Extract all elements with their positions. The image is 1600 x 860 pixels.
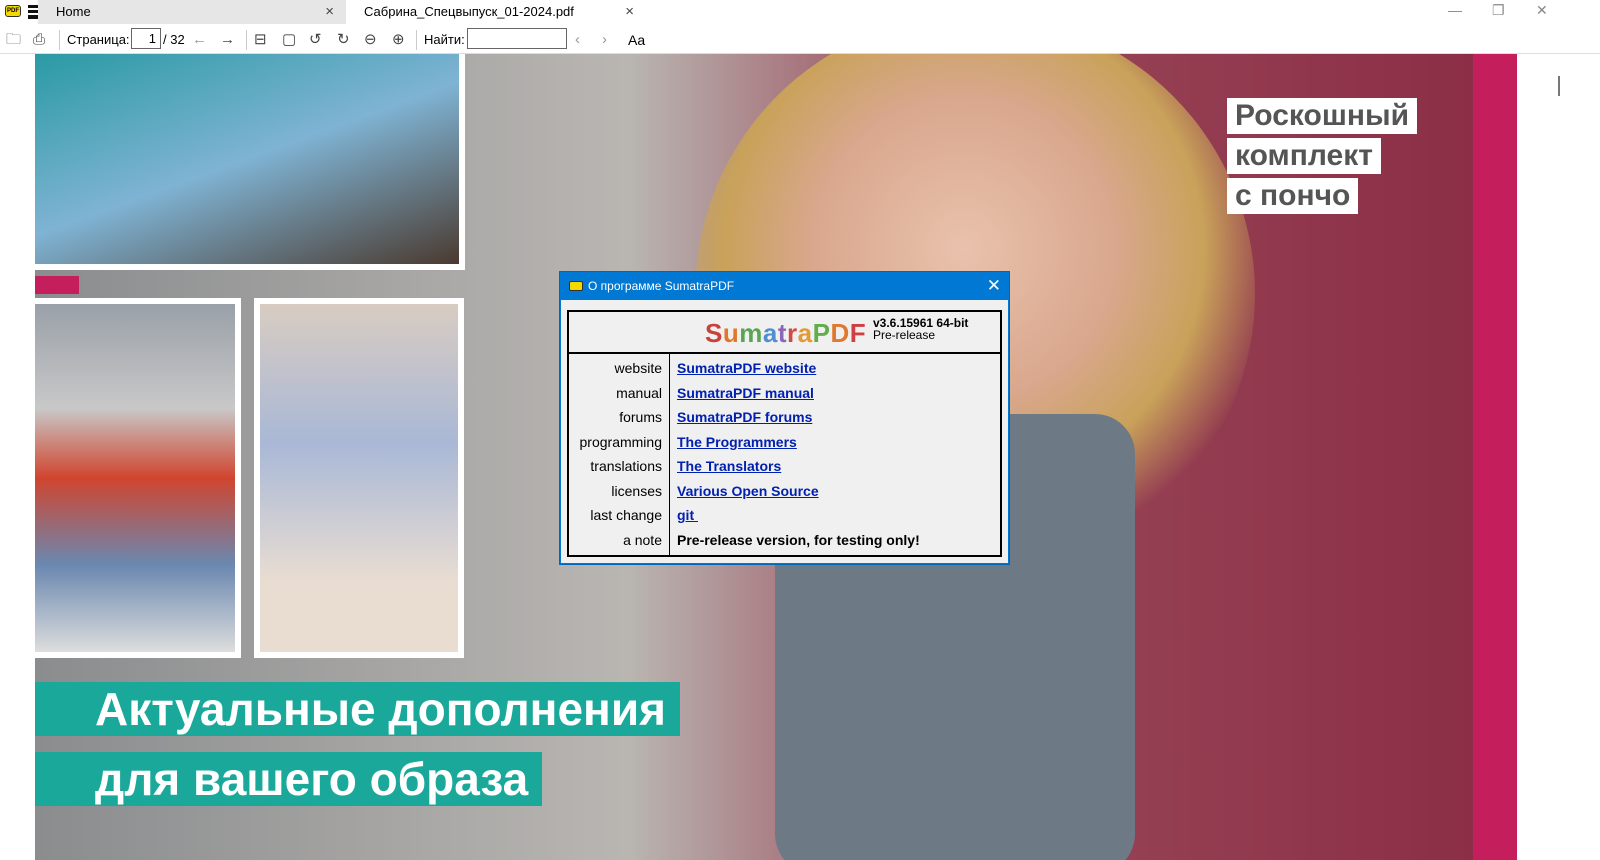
separator	[416, 30, 417, 50]
brand-logo: SumatraPDF	[705, 318, 867, 348]
app-logo-icon	[569, 281, 583, 291]
tab-document[interactable]: Сабрина_Спецвыпуск_01-2024.pdf ×	[346, 0, 646, 24]
page-total: / 32	[163, 32, 185, 47]
about-dialog: О программе SumatraPDF ✕ SumatraPDF v3.6…	[559, 271, 1010, 565]
translators-link[interactable]: The Translators	[677, 454, 781, 478]
app-logo-icon: PDF	[5, 5, 21, 17]
photo-shawl	[35, 54, 465, 270]
close-tab-icon[interactable]: ×	[625, 0, 634, 24]
photo-blue-shawl	[254, 298, 464, 658]
print-icon[interactable]: ⎙	[33, 29, 45, 51]
row-key: a note	[623, 531, 662, 548]
forums-link[interactable]: SumatraPDF forums	[677, 405, 812, 429]
row-key: forums	[619, 409, 662, 425]
open-folder-icon[interactable]: 🗀	[6, 29, 21, 51]
row-key: programming	[579, 433, 662, 450]
release-channel: Pre-release	[873, 328, 936, 342]
separator	[59, 30, 60, 50]
banner-line-2: для вашего образа	[35, 752, 543, 806]
licenses-link[interactable]: Various Open Source	[677, 479, 819, 503]
row-key: translations	[590, 458, 662, 474]
magenta-stripe	[1473, 54, 1517, 860]
website-link[interactable]: SumatraPDF website	[677, 356, 816, 380]
page-number-input[interactable]: 1	[131, 28, 161, 49]
continuous-view-icon[interactable]: ⊟	[254, 29, 267, 51]
row-key: manual	[616, 384, 662, 401]
dialog-close-button[interactable]: ✕	[987, 272, 1001, 300]
zoom-in-icon[interactable]: ⊕	[392, 29, 405, 51]
row-key: website	[614, 360, 662, 376]
tab-label: Home	[56, 4, 91, 19]
minimize-button[interactable]: —	[1448, 2, 1462, 18]
page-label: Страница:	[67, 32, 130, 47]
close-window-button[interactable]: ✕	[1536, 2, 1548, 19]
programmers-link[interactable]: The Programmers	[677, 430, 797, 454]
photo-red-scarf	[35, 298, 241, 658]
scrollbar-thumb[interactable]	[1558, 76, 1560, 96]
single-page-icon[interactable]: ▢	[282, 29, 296, 51]
git-link[interactable]: git	[677, 503, 698, 527]
tab-bar: PDF Home × Сабрина_Спецвыпуск_01-2024.pdf…	[0, 0, 1600, 24]
dialog-title: О программе SumatraPDF	[588, 279, 735, 293]
row-key: last change	[590, 507, 662, 523]
separator	[246, 30, 247, 50]
zoom-out-icon[interactable]: ⊖	[364, 29, 377, 51]
tab-home[interactable]: Home ×	[38, 0, 346, 24]
row-key: licenses	[611, 482, 662, 499]
note-text: Pre-release version, for testing only!	[677, 531, 920, 548]
rotate-right-icon[interactable]: ↻	[337, 29, 350, 51]
manual-link[interactable]: SumatraPDF manual	[677, 381, 814, 405]
find-input[interactable]	[467, 28, 567, 49]
restore-button[interactable]: ❐	[1492, 2, 1505, 19]
headline-line-3: с пончо	[1227, 178, 1359, 214]
prev-page-icon[interactable]: ←	[192, 29, 207, 51]
toolbar: 🗀 ⎙ Страница: 1 / 32 ← → ⊟ ▢ ↺ ↻ ⊖ ⊕ Най…	[0, 26, 1600, 54]
find-label: Найти:	[424, 32, 465, 47]
find-next-icon[interactable]: ›	[602, 29, 607, 51]
next-page-icon[interactable]: →	[220, 29, 235, 51]
match-case-button[interactable]: Aa	[628, 29, 645, 51]
tab-label: Сабрина_Спецвыпуск_01-2024.pdf	[364, 4, 574, 19]
close-tab-icon[interactable]: ×	[325, 0, 334, 24]
headline-line-2: комплект	[1227, 138, 1381, 174]
rotate-left-icon[interactable]: ↺	[309, 29, 322, 51]
find-prev-icon[interactable]: ‹	[575, 29, 580, 51]
headline-line-1: Роскошный	[1227, 98, 1418, 134]
dialog-titlebar: О программе SumatraPDF ✕	[560, 272, 1009, 300]
banner-line-1: Актуальные дополнения	[35, 682, 680, 736]
